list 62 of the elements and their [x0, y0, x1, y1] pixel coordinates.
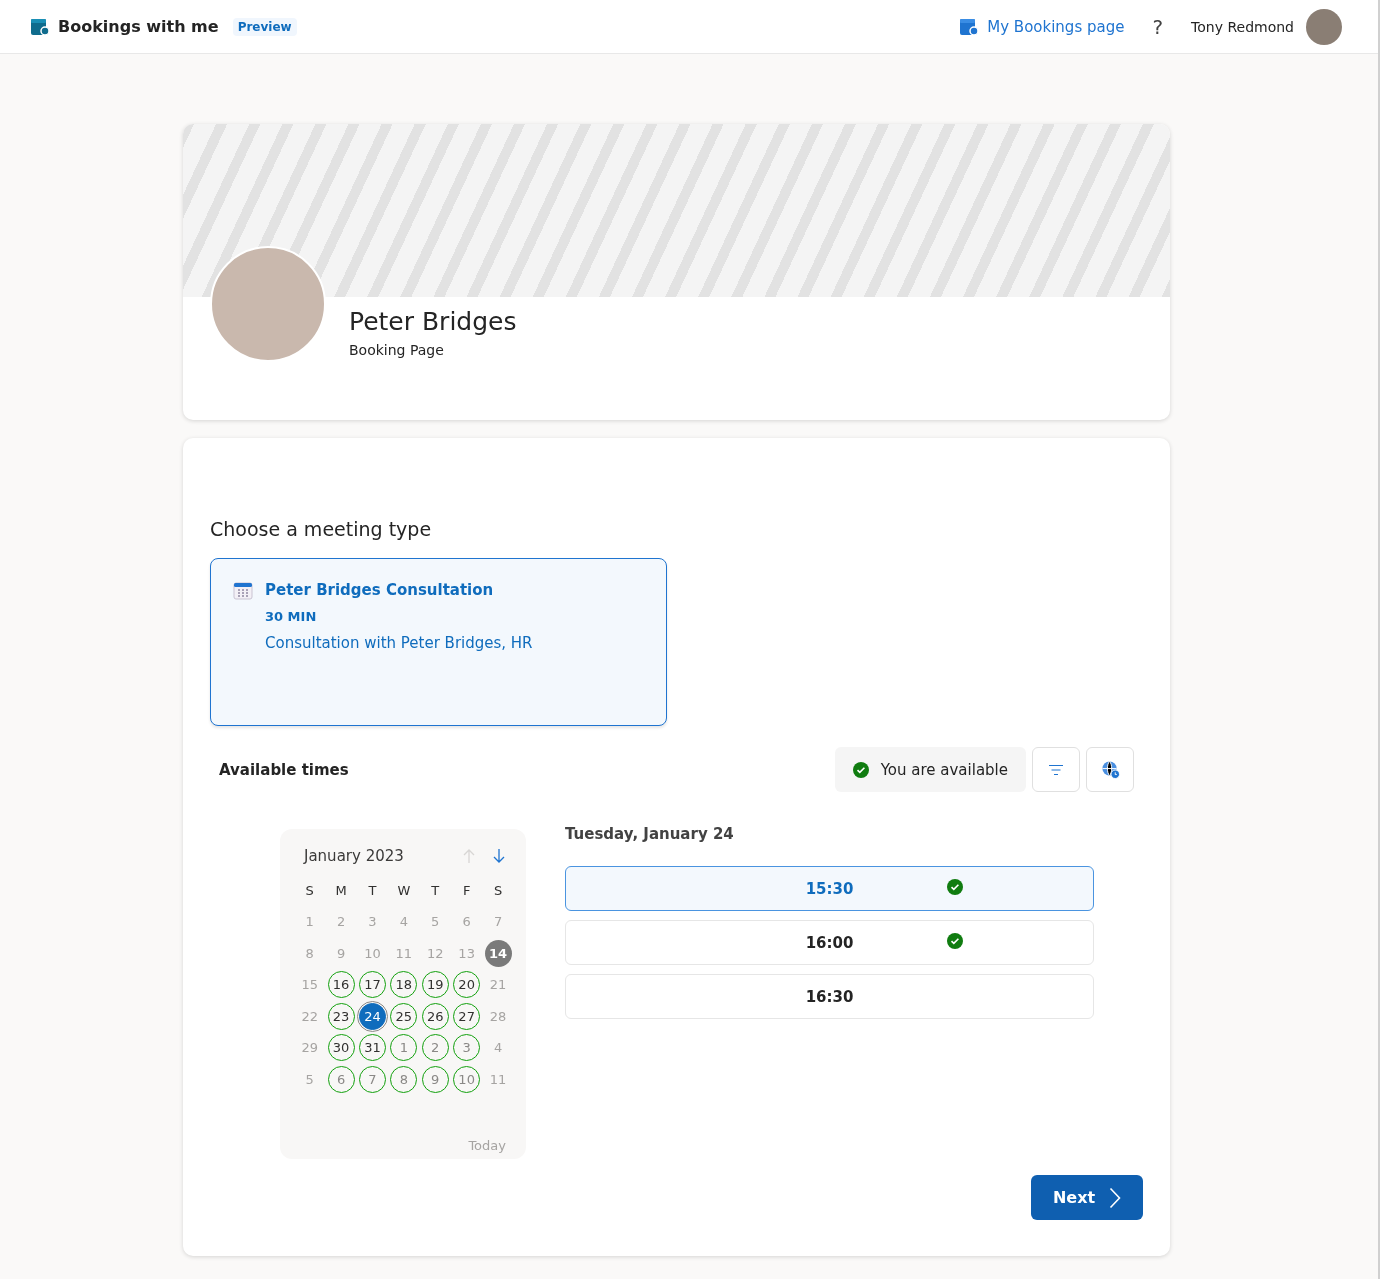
next-button[interactable]: Next [1031, 1175, 1143, 1220]
availability-status: You are available [834, 747, 1026, 792]
available-times-heading: Available times [219, 760, 349, 779]
calendar-day: 7 [484, 908, 512, 936]
profile-name: Peter Bridges [349, 307, 517, 336]
preview-badge: Preview [232, 17, 297, 36]
time-slot[interactable]: 16:30 [565, 974, 1094, 1019]
bookings-logo-icon [30, 16, 50, 37]
calendar-day: 29 [296, 1034, 324, 1062]
help-button[interactable]: ? [1152, 14, 1164, 39]
calendar-day: 11 [390, 939, 418, 967]
calendar-day: 13 [453, 939, 481, 967]
calendar-person-icon [959, 16, 980, 37]
calendar-day: 14 [484, 939, 512, 967]
calendar-day: 28 [484, 1002, 512, 1030]
weekday-label: S [304, 882, 315, 900]
meeting-description: Consultation with Peter Bridges, HR [265, 634, 533, 652]
weekday-label: S [492, 882, 504, 900]
calendar-day: 10 [358, 939, 386, 967]
calendar-day: 4 [484, 1034, 512, 1062]
calendar-day: 21 [484, 971, 512, 999]
calendar-day: 5 [421, 908, 449, 936]
calendar-day[interactable]: 24 [358, 1002, 386, 1030]
weekday-label: T [430, 882, 441, 900]
user-name: Tony Redmond [1191, 18, 1294, 35]
my-bookings-link[interactable]: My Bookings page [959, 16, 1125, 37]
calendar-day: 8 [296, 939, 324, 967]
calendar-day: 22 [296, 1002, 324, 1030]
time-slot[interactable]: 15:30 [565, 866, 1094, 911]
meeting-type-card[interactable]: Peter Bridges Consultation 30 MIN Consultation with Peter Bridges, HR [210, 558, 667, 726]
weekday-label: W [396, 882, 412, 900]
calendar-icon [233, 581, 253, 601]
calendar-day: 9 [327, 939, 355, 967]
globe-clock-icon [1100, 760, 1120, 779]
calendar-day: 12 [421, 939, 449, 967]
calendar-day: 1 [296, 908, 324, 936]
chevron-right-icon [1109, 1186, 1122, 1209]
timezone-button[interactable] [1086, 747, 1134, 792]
calendar-day: 4 [390, 908, 418, 936]
time-slot[interactable]: 16:00 [565, 920, 1094, 965]
check-circle-icon [947, 879, 963, 895]
calendar-day: 5 [296, 1065, 324, 1093]
calendar-day: 6 [453, 908, 481, 936]
meeting-title: Peter Bridges Consultation [265, 581, 495, 599]
filter-icon [1048, 763, 1064, 776]
selected-date: Tuesday, January 24 [565, 825, 735, 843]
month-label: January 2023 [304, 847, 404, 865]
calendar-day: 11 [484, 1065, 512, 1093]
arrow-down-icon[interactable] [492, 848, 506, 864]
calendar-day: 2 [327, 908, 355, 936]
weekday-label: M [334, 882, 348, 900]
check-circle-icon [852, 761, 869, 778]
weekday-label: T [367, 882, 378, 900]
weekday-label: F [461, 882, 472, 900]
section-heading: Choose a meeting type [210, 518, 433, 540]
meeting-duration: 30 MIN [265, 609, 318, 624]
calendar-day: 15 [296, 971, 324, 999]
user-avatar[interactable] [1306, 8, 1342, 45]
check-circle-icon [947, 933, 963, 949]
app-title: Bookings with me [58, 17, 219, 36]
calendar-day: 3 [358, 908, 386, 936]
profile-subtitle: Booking Page [349, 342, 445, 358]
